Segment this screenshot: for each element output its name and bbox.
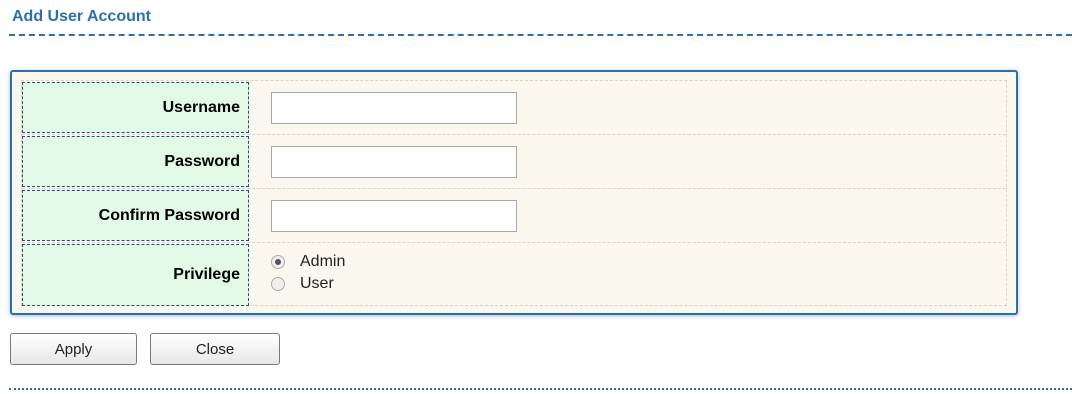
confirm-password-row: Confirm Password: [22, 189, 1006, 243]
user-radio[interactable]: [271, 277, 285, 291]
user-form-panel: Username Password Confirm Password Privi…: [10, 70, 1018, 315]
admin-radio[interactable]: [271, 255, 285, 269]
privilege-option-admin[interactable]: Admin: [271, 252, 345, 272]
username-row: Username: [22, 81, 1006, 135]
admin-radio-label: Admin: [300, 253, 346, 270]
confirm-password-label: Confirm Password: [22, 190, 249, 241]
username-input[interactable]: [271, 92, 517, 124]
close-button[interactable]: Close: [150, 333, 280, 365]
user-form-table: Username Password Confirm Password Privi…: [21, 80, 1007, 306]
password-label: Password: [22, 136, 249, 187]
privilege-option-user[interactable]: User: [271, 274, 334, 294]
radio-selected-dot: [275, 259, 281, 265]
privilege-label: Privilege: [22, 244, 249, 306]
title-divider: [9, 34, 1072, 36]
apply-button[interactable]: Apply: [10, 333, 137, 365]
confirm-password-input[interactable]: [271, 200, 517, 232]
username-label: Username: [22, 82, 249, 133]
password-input[interactable]: [271, 146, 517, 178]
user-radio-label: User: [300, 275, 334, 292]
page-title: Add User Account: [12, 8, 151, 25]
password-row: Password: [22, 135, 1006, 189]
privilege-row: Privilege Admin User: [22, 243, 1006, 308]
bottom-divider: [9, 388, 1072, 390]
